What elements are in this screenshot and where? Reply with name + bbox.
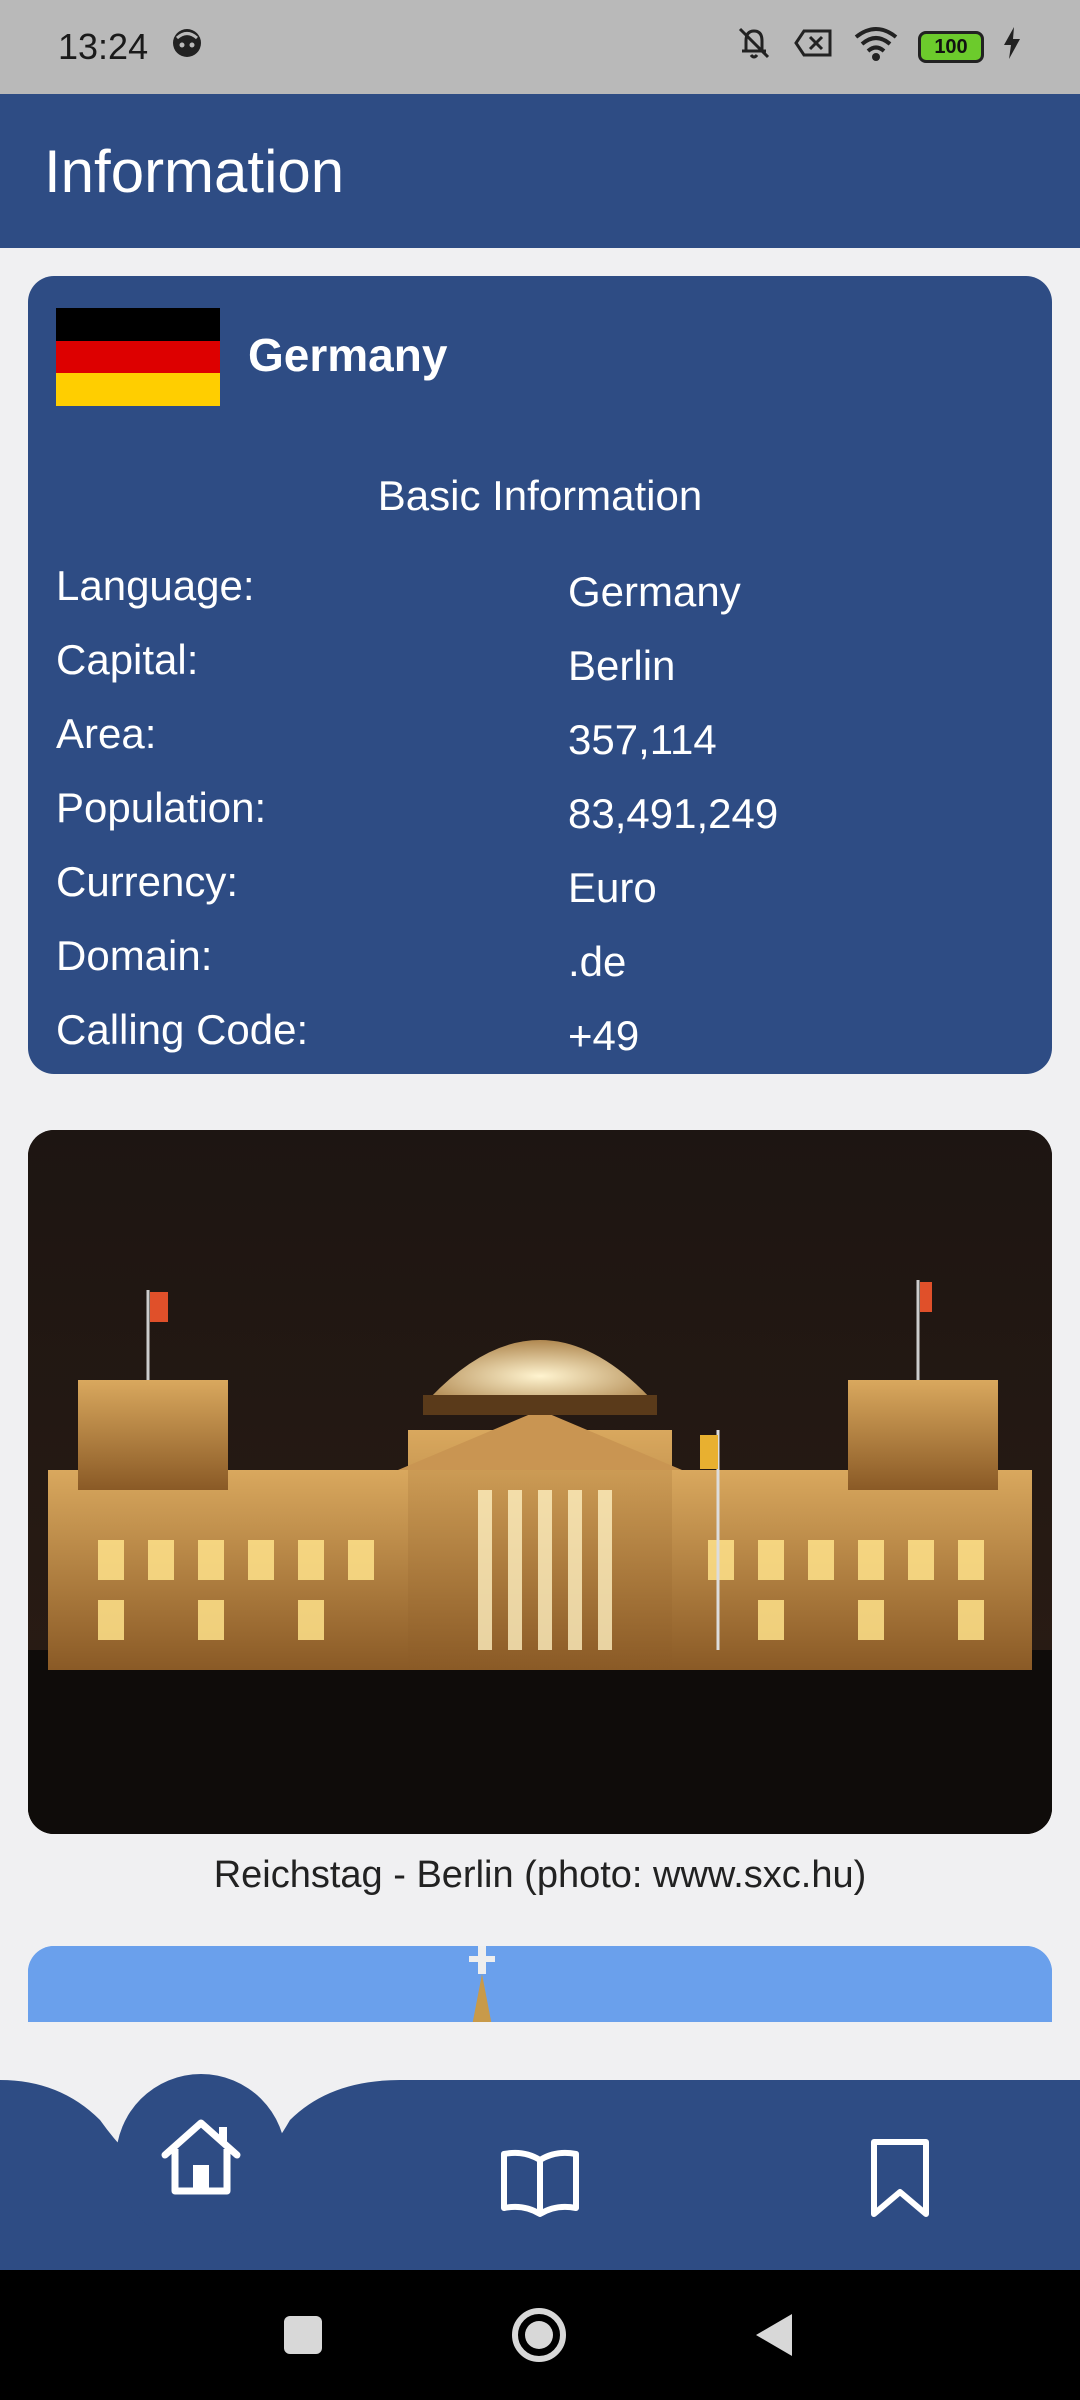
info-label: Language: (56, 562, 255, 609)
content-scroll-area[interactable]: Germany Basic Information Language: Germ… (0, 248, 1080, 2022)
country-name: Germany (248, 329, 448, 381)
basic-info-card: Germany Basic Information Language: Germ… (28, 276, 1052, 1074)
info-label: Currency: (56, 858, 239, 905)
book-icon (498, 2146, 582, 2223)
system-navigation-bar (0, 2270, 1080, 2400)
info-value: 83,491,249 (568, 790, 779, 837)
nav-book-button[interactable] (486, 2130, 594, 2238)
wifi-icon (852, 23, 900, 72)
status-time: 13:24 (58, 26, 149, 67)
bell-muted-icon (734, 23, 774, 72)
info-value: Germany (568, 568, 741, 615)
nav-home-button[interactable] (116, 2074, 286, 2244)
app-bar: Information (0, 94, 1080, 248)
reichstag-photo[interactable] (28, 1130, 1052, 1834)
recents-icon[interactable] (282, 2314, 324, 2361)
next-photo-card[interactable] (28, 1946, 1052, 2022)
info-value: Euro (568, 864, 657, 911)
info-label: Capital: (56, 636, 199, 683)
info-row-language: Language: Germany (56, 562, 1036, 632)
info-row-population: Population: 83,491,249 (56, 784, 1036, 854)
info-row-capital: Capital: Berlin (56, 636, 1036, 706)
info-row-domain: Domain: .de (56, 932, 1036, 1002)
status-bar: 13:24 100 (0, 0, 1080, 94)
bookmark-icon (868, 2136, 932, 2225)
back-icon[interactable] (752, 2310, 796, 2365)
info-row-area: Area: 357,114 (56, 710, 1036, 780)
home-icon (153, 2109, 249, 2210)
info-label: Domain: (56, 932, 213, 979)
info-value: .de (568, 938, 627, 985)
info-label: Calling Code: (56, 1006, 309, 1053)
info-row-calling-code: Calling Code: +49 (56, 1006, 1036, 1076)
info-value: 357,114 (568, 716, 717, 763)
page-title: Information (44, 137, 345, 205)
sim-off-icon (792, 23, 834, 72)
nav-bookmark-button[interactable] (846, 2126, 954, 2234)
info-label: Area: (56, 710, 157, 757)
home-circle-icon[interactable] (510, 2306, 568, 2369)
info-value: +49 (568, 1012, 640, 1059)
charging-icon (1002, 25, 1022, 70)
info-label: Population: (56, 784, 267, 831)
info-row-currency: Currency: Euro (56, 858, 1036, 928)
photo-caption: Reichstag - Berlin (photo: www.sxc.hu) (213, 1854, 867, 1896)
country-flag (56, 308, 220, 407)
info-value: Berlin (568, 642, 676, 689)
section-title: Basic Information (377, 472, 703, 519)
notification-face-icon (170, 26, 204, 69)
battery-icon: 100 (918, 31, 984, 63)
